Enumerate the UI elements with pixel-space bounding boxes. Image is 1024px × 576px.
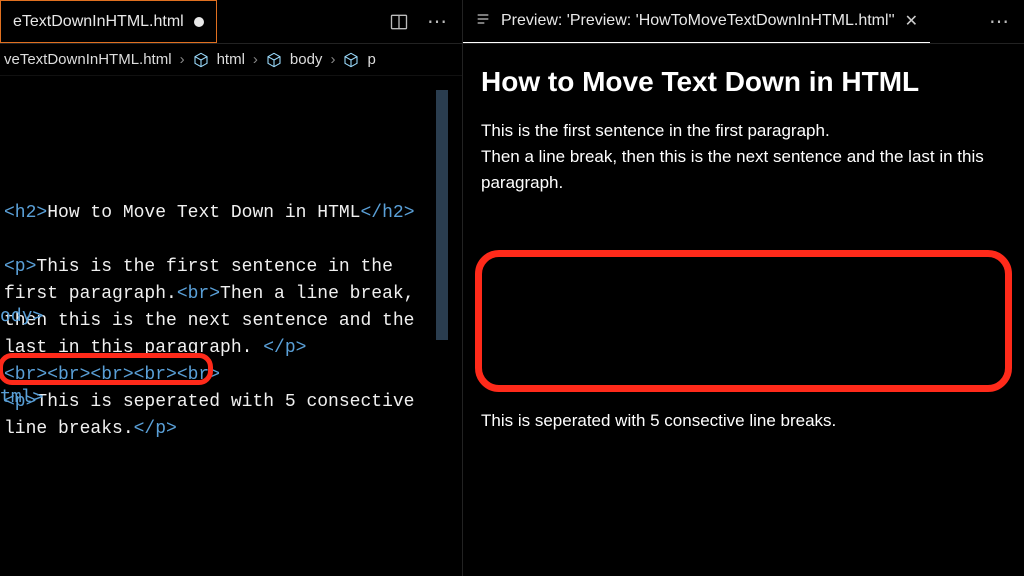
- editor-tab-label: eTextDownInHTML.html: [13, 13, 184, 31]
- preview-file-icon: [475, 11, 491, 32]
- breadcrumb-file: veTextDownInHTML.html: [4, 51, 172, 68]
- cube-icon: [343, 52, 359, 68]
- preview-tab-actions: [988, 11, 1024, 33]
- closing-tags: ody> tml>: [0, 248, 65, 464]
- chevron-right-icon: ›: [253, 51, 258, 68]
- chevron-right-icon: ›: [180, 51, 185, 68]
- unsaved-dot-icon: [194, 17, 204, 27]
- preview-tab-label: Preview: 'Preview: 'HowToMoveTextDownInH…: [501, 12, 895, 30]
- close-icon[interactable]: ✕: [905, 11, 918, 31]
- preview-tab[interactable]: Preview: 'Preview: 'HowToMoveTextDownInH…: [463, 0, 930, 43]
- preview-viewport: How to Move Text Down in HTML This is th…: [463, 44, 1024, 576]
- code-editor[interactable]: <h2>How to Move Text Down in HTML</h2> <…: [0, 76, 462, 576]
- cube-icon: [193, 52, 209, 68]
- code-content: <h2>How to Move Text Down in HTML</h2> <…: [0, 173, 462, 443]
- preview-pane: Preview: 'Preview: 'HowToMoveTextDownInH…: [463, 0, 1024, 576]
- cube-icon: [266, 52, 282, 68]
- split-editor-icon[interactable]: [388, 11, 410, 33]
- editor-tab-actions: [388, 11, 462, 33]
- preview-tabbar: Preview: 'Preview: 'HowToMoveTextDownInH…: [463, 0, 1024, 44]
- more-actions-icon[interactable]: [988, 11, 1010, 33]
- preview-paragraph-2: This is seperated with 5 consective line…: [481, 408, 836, 434]
- editor-tabbar: eTextDownInHTML.html: [0, 0, 462, 44]
- breadcrumb[interactable]: veTextDownInHTML.html › html › body › p: [0, 44, 462, 76]
- more-actions-icon[interactable]: [426, 11, 448, 33]
- breadcrumb-body: body: [290, 51, 323, 68]
- preview-heading: How to Move Text Down in HTML: [481, 66, 1006, 98]
- editor-pane: eTextDownInHTML.html veTextDownInHTML.ht…: [0, 0, 463, 576]
- breadcrumb-html: html: [217, 51, 245, 68]
- chevron-right-icon: ›: [330, 51, 335, 68]
- breadcrumb-p: p: [367, 51, 375, 68]
- annotation-highlight-right: [475, 250, 1012, 392]
- preview-paragraph-1: This is the first sentence in the first …: [481, 118, 1006, 196]
- indent-guide: [436, 90, 448, 340]
- editor-tab[interactable]: eTextDownInHTML.html: [0, 0, 217, 43]
